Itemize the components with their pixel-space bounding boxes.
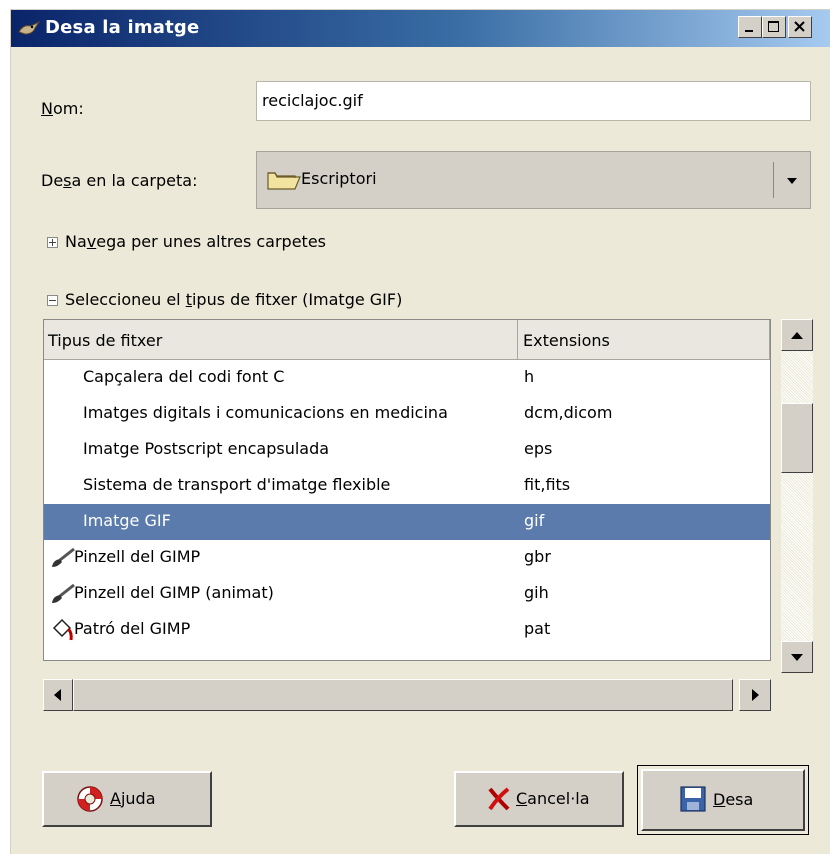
filename-value: reciclajoc.gif [262, 91, 363, 110]
folder-label: Desa en la carpeta: [41, 171, 198, 190]
cancel-button[interactable]: Cancel·la [454, 771, 624, 827]
window-title: Desa la imatge [45, 17, 200, 38]
browse-folders-label: Navega per unes altres carpetes [65, 232, 326, 251]
folder-icon [267, 172, 301, 190]
scroll-down-button[interactable] [781, 641, 813, 673]
close-button[interactable] [788, 16, 812, 38]
filename-input[interactable]: reciclajoc.gif [256, 81, 811, 121]
scroll-up-button[interactable] [781, 319, 813, 351]
horizontal-scrollbar[interactable] [43, 679, 771, 711]
vertical-scrollbar[interactable] [781, 319, 813, 673]
close-icon [794, 21, 805, 32]
list-item[interactable]: Patró del GIMP pat [44, 612, 770, 648]
list-item[interactable]: Imatge Postscript encapsulada eps [44, 432, 770, 468]
column-header-extensions[interactable]: Extensions [518, 320, 770, 360]
help-button[interactable]: Ajuda [42, 771, 212, 827]
arrow-left-icon [54, 689, 61, 701]
title-bar[interactable]: Desa la imatge [11, 10, 830, 47]
brush-icon [52, 548, 75, 567]
browse-folders-expander[interactable]: Navega per unes altres carpetes [47, 232, 447, 254]
arrow-up-icon [791, 332, 803, 339]
list-item[interactable]: Capçalera del codi font C h [44, 360, 770, 396]
maximize-icon [768, 21, 779, 32]
file-type-label: Seleccioneu el tipus de fitxer (Imatge G… [65, 290, 403, 309]
scroll-left-button[interactable] [43, 679, 73, 711]
lifebuoy-icon [77, 786, 103, 812]
chevron-down-icon[interactable] [785, 176, 799, 186]
save-button[interactable]: Desa [641, 769, 805, 831]
list-item[interactable]: Pinzell del GIMP gbr [44, 540, 770, 576]
list-item[interactable]: Imatges digitals i comunicacions en medi… [44, 396, 770, 432]
arrow-right-icon [752, 689, 759, 701]
list-item[interactable]: Pinzell del GIMP (animat) gih [44, 576, 770, 612]
scroll-thumb[interactable] [781, 403, 813, 473]
minimize-button[interactable] [738, 16, 762, 38]
maximize-button[interactable] [762, 16, 786, 38]
scroll-right-button[interactable] [739, 679, 771, 711]
combo-separator [773, 162, 774, 198]
floppy-disk-icon [680, 786, 706, 812]
collapse-minus-icon [47, 295, 58, 306]
arrow-down-icon [791, 654, 803, 661]
list-item-selected[interactable]: Imatge GIF gif [44, 504, 770, 540]
file-type-list[interactable]: Tipus de fitxer Extensions Capçalera del… [43, 319, 771, 661]
gimp-wilber-icon [18, 20, 41, 35]
list-item[interactable]: Sistema de transport d'imatge flexible f… [44, 468, 770, 504]
name-label: Nom: [41, 99, 84, 118]
expand-plus-icon [47, 237, 58, 248]
save-label: Desa [713, 790, 754, 809]
bucket-icon [52, 618, 73, 641]
red-x-icon [488, 787, 510, 811]
scroll-track[interactable] [781, 319, 813, 673]
file-type-expander[interactable]: Seleccioneu el tipus de fitxer (Imatge G… [47, 290, 547, 312]
help-label: Ajuda [110, 789, 156, 808]
cancel-label: Cancel·la [516, 789, 590, 808]
folder-value: Escriptori [301, 169, 377, 188]
save-image-dialog: Desa la imatge Nom: reciclajoc.gif Desa … [10, 9, 830, 854]
folder-combo[interactable]: Escriptori [256, 151, 811, 209]
scroll-thumb[interactable] [73, 679, 733, 711]
brush-icon [52, 584, 75, 603]
minimize-icon [745, 30, 753, 32]
column-header-type[interactable]: Tipus de fitxer [44, 320, 518, 360]
